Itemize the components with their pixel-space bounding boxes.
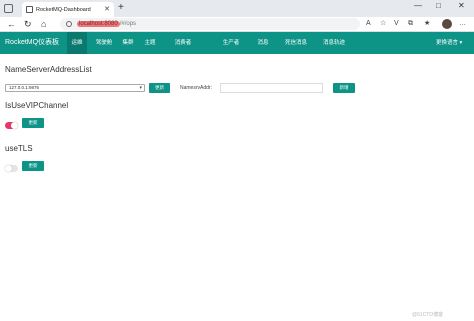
tab-close-icon[interactable]: ✕ [104, 6, 110, 13]
nameserver-selected-value: 127.0.0.1:9876 [9, 85, 40, 90]
minimize-button[interactable]: — [414, 2, 422, 10]
read-aloud-icon[interactable]: A [366, 19, 371, 29]
add-nameserver-button[interactable]: 新增 [333, 83, 355, 93]
namesrv-addr-label: NamesrvAddr: [180, 85, 212, 91]
update-vip-button[interactable]: 更新 [22, 118, 44, 128]
language-dropdown[interactable]: 更换语言 ▾ [436, 32, 462, 54]
reload-icon[interactable]: ↻ [24, 18, 32, 30]
vip-channel-title: IsUseVIPChannel [5, 101, 69, 110]
close-window-button[interactable]: ✕ [458, 2, 465, 10]
favorite-icon[interactable]: ☆ [380, 19, 386, 29]
app-brand[interactable]: RocketMQ仪表板 [5, 32, 59, 54]
site-info-icon[interactable] [66, 21, 72, 27]
nav-item-dashboard[interactable]: 驾驶舱 [94, 32, 114, 54]
url-path: /#/ops [119, 21, 137, 27]
nav-item-message-trace[interactable]: 消息轨迹 [319, 32, 349, 54]
tls-toggle[interactable] [5, 165, 18, 172]
toggle-knob [11, 122, 18, 129]
page-favicon-icon [26, 6, 33, 13]
nav-item-cluster[interactable]: 集群 [118, 32, 138, 54]
nameserver-select[interactable]: 127.0.0.1:9876 ▾ [5, 84, 145, 92]
home-icon[interactable]: ⌂ [41, 18, 46, 30]
tab-actions-icon[interactable] [4, 4, 13, 13]
nav-item-producer[interactable]: 生产者 [219, 32, 243, 54]
url-host: localhost:8080 [77, 21, 120, 27]
extension-icon[interactable]: V [394, 19, 399, 29]
tab-title: RocketMQ-Dashboard [36, 6, 91, 13]
update-nameserver-button[interactable]: 更新 [149, 83, 170, 93]
browser-tab[interactable]: RocketMQ-Dashboard ✕ [22, 2, 114, 17]
nav-item-ops[interactable]: 运维 [67, 32, 87, 54]
back-icon[interactable]: ← [7, 18, 16, 30]
browser-toolbar: ← ↻ ⌂ localhost:8080 /#/ops A ☆ V ⧉ ★ … [0, 17, 474, 32]
new-tab-button[interactable]: + [118, 3, 124, 13]
app-navbar: RocketMQ仪表板 运维 驾驶舱 集群 主题 消费者 生产者 消息 死信消息… [0, 32, 474, 54]
nav-item-dlq-message[interactable]: 死信消息 [281, 32, 311, 54]
vip-channel-toggle[interactable] [5, 122, 18, 129]
namesrv-addr-input[interactable] [220, 83, 323, 93]
address-bar[interactable]: localhost:8080 /#/ops [60, 18, 360, 30]
nav-item-message[interactable]: 消息 [253, 32, 273, 54]
maximize-button[interactable]: □ [436, 2, 441, 10]
watermark: @51CTO博客 [412, 312, 444, 318]
nameserver-title: NameServerAddressList [5, 65, 92, 74]
toggle-knob [5, 165, 12, 172]
collections-icon[interactable]: ⧉ [408, 19, 413, 29]
nav-item-topic[interactable]: 主题 [140, 32, 160, 54]
nav-item-consumer[interactable]: 消费者 [171, 32, 195, 54]
profile-avatar[interactable] [442, 19, 452, 29]
favorites-bar-icon[interactable]: ★ [424, 19, 430, 29]
tls-title: useTLS [5, 144, 33, 153]
chevron-down-icon: ▾ [139, 85, 142, 91]
browser-tab-strip: RocketMQ-Dashboard ✕ + — □ ✕ [0, 0, 474, 17]
more-menu-icon[interactable]: … [459, 19, 466, 29]
update-tls-button[interactable]: 更新 [22, 161, 44, 171]
